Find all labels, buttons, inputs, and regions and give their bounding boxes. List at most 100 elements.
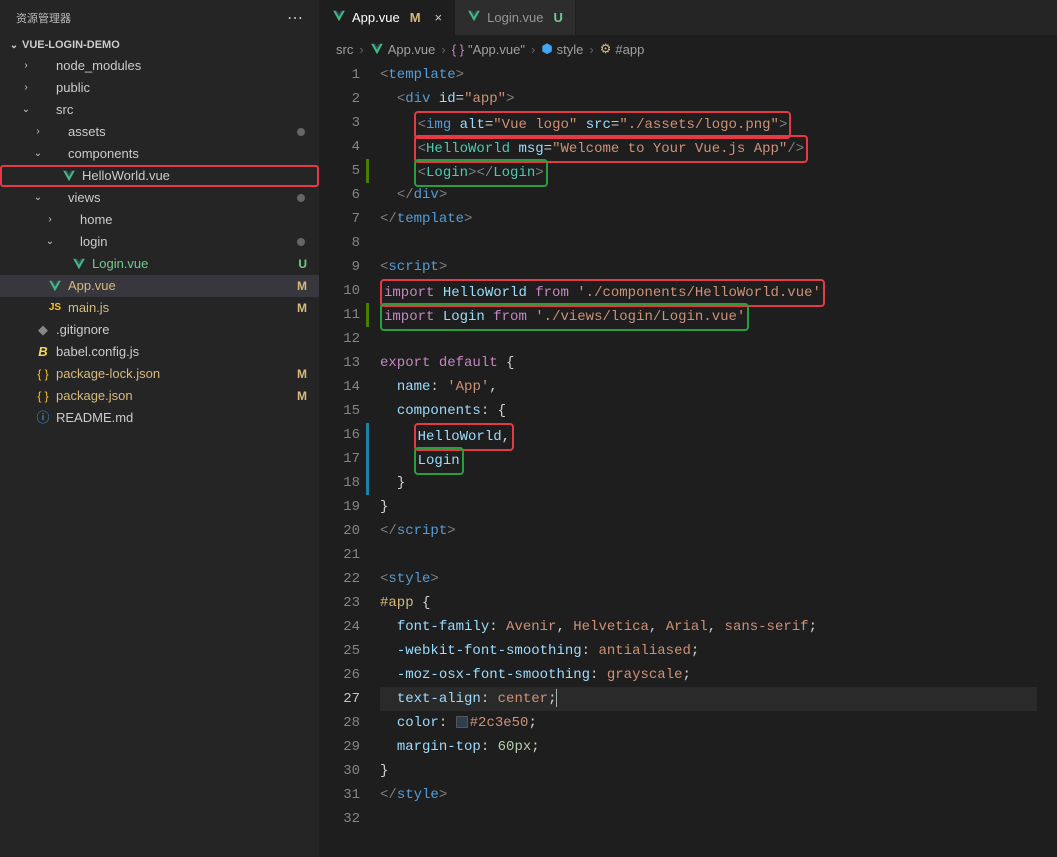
- project-header[interactable]: ⌄ VUE-LOGIN-DEMO: [0, 35, 319, 55]
- vue-file-icon: [60, 169, 78, 183]
- code-line[interactable]: <script>: [380, 255, 1037, 279]
- selector-icon: ⚙: [600, 41, 612, 57]
- tree-item-src[interactable]: ⌄src: [0, 99, 319, 121]
- code-line[interactable]: margin-top: 60px;: [380, 735, 1037, 759]
- tree-item-views[interactable]: ⌄views: [0, 187, 319, 209]
- tree-item-label: public: [56, 77, 319, 99]
- code-line[interactable]: components: {: [380, 399, 1037, 423]
- babel-file-icon: B: [34, 341, 52, 363]
- chevron-down-icon: ⌄: [6, 40, 22, 51]
- code-line[interactable]: color: #2c3e50;: [380, 711, 1037, 735]
- breadcrumb-segment[interactable]: ⚙#app: [600, 41, 645, 57]
- code-content[interactable]: <template> <div id="app"> <img alt="Vue …: [380, 63, 1057, 857]
- color-swatch-icon[interactable]: [456, 716, 468, 728]
- code-line[interactable]: <style>: [380, 567, 1037, 591]
- breadcrumb[interactable]: src›App.vue›{ }"App.vue"›⬢style›⚙#app: [320, 35, 1057, 63]
- tree-item-home[interactable]: ›home: [0, 209, 319, 231]
- tree-item-assets[interactable]: ›assets: [0, 121, 319, 143]
- code-line[interactable]: }: [380, 495, 1037, 519]
- code-line[interactable]: -webkit-font-smoothing: antialiased;: [380, 639, 1037, 663]
- code-line[interactable]: }: [380, 759, 1037, 783]
- sidebar: 资源管理器 ⋯ ⌄ VUE-LOGIN-DEMO ›node_modules›p…: [0, 0, 320, 857]
- chevron-right-icon: ›: [30, 121, 46, 143]
- chevron-right-icon: ›: [589, 42, 593, 57]
- chevron-right-icon: ›: [441, 42, 445, 57]
- code-line[interactable]: <template>: [380, 63, 1037, 87]
- line-number: 12: [320, 327, 360, 351]
- code-line[interactable]: [380, 807, 1037, 831]
- code-line[interactable]: </style>: [380, 783, 1037, 807]
- chevron-down-icon: ⌄: [18, 99, 34, 121]
- tree-item-README-md[interactable]: ⓘREADME.md: [0, 407, 319, 429]
- code-line[interactable]: import Login from './views/login/Login.v…: [380, 303, 1037, 327]
- line-number: 14: [320, 375, 360, 399]
- tree-item-babel-config-js[interactable]: Bbabel.config.js: [0, 341, 319, 363]
- code-line[interactable]: Login: [380, 447, 1037, 471]
- code-line[interactable]: [380, 327, 1037, 351]
- code-line[interactable]: <Login></Login>: [380, 159, 1037, 183]
- close-icon[interactable]: ×: [435, 10, 443, 25]
- breadcrumb-segment[interactable]: src: [336, 42, 353, 57]
- line-number: 28: [320, 711, 360, 735]
- tab-status-badge: U: [554, 10, 563, 25]
- line-number: 21: [320, 543, 360, 567]
- code-line[interactable]: font-family: Avenir, Helvetica, Arial, s…: [380, 615, 1037, 639]
- tree-item-label: login: [80, 231, 297, 253]
- code-line[interactable]: #app {: [380, 591, 1037, 615]
- breadcrumb-segment[interactable]: { }"App.vue": [452, 42, 525, 57]
- code-line[interactable]: text-align: center;: [380, 687, 1037, 711]
- line-number: 19: [320, 495, 360, 519]
- line-number: 18: [320, 471, 360, 495]
- code-line[interactable]: </script>: [380, 519, 1037, 543]
- line-number: 7: [320, 207, 360, 231]
- line-number: 30: [320, 759, 360, 783]
- tree-item-HelloWorld-vue[interactable]: HelloWorld.vue: [0, 165, 319, 187]
- tree-item-package-json[interactable]: { }package.jsonM: [0, 385, 319, 407]
- code-line[interactable]: [380, 231, 1037, 255]
- tab-Login-vue[interactable]: Login.vueU: [455, 0, 576, 35]
- breadcrumb-label: App.vue: [388, 42, 436, 57]
- editor-tabs: App.vueM×Login.vueU: [320, 0, 1057, 35]
- line-number: 15: [320, 399, 360, 423]
- line-number: 17: [320, 447, 360, 471]
- code-editor[interactable]: 1234567891011121314151617181920212223242…: [320, 63, 1057, 857]
- tree-item-App-vue[interactable]: App.vueM: [0, 275, 319, 297]
- tree-item-package-lock-json[interactable]: { }package-lock.jsonM: [0, 363, 319, 385]
- git-file-icon: ◆: [34, 319, 52, 341]
- info-file-icon: ⓘ: [34, 407, 52, 429]
- vue-file-icon: [46, 279, 64, 293]
- line-number: 10: [320, 279, 360, 303]
- sidebar-more-icon[interactable]: ⋯: [287, 8, 303, 28]
- tree-item-public[interactable]: › public: [0, 77, 319, 99]
- tab-status-badge: M: [410, 10, 421, 25]
- breadcrumb-label: style: [557, 42, 584, 57]
- tree-item-Login-vue[interactable]: Login.vueU: [0, 253, 319, 275]
- vue-file-icon: [370, 42, 384, 56]
- code-line[interactable]: </template>: [380, 207, 1037, 231]
- chevron-right-icon: ›: [18, 77, 34, 99]
- breadcrumb-segment[interactable]: ⬢style: [541, 41, 583, 57]
- code-line[interactable]: </div>: [380, 183, 1037, 207]
- code-line[interactable]: HelloWorld,: [380, 423, 1037, 447]
- code-line[interactable]: }: [380, 471, 1037, 495]
- chevron-down-icon: ⌄: [42, 231, 58, 253]
- breadcrumb-segment[interactable]: App.vue: [370, 42, 436, 57]
- code-line[interactable]: <HelloWorld msg="Welcome to Your Vue.js …: [380, 135, 1037, 159]
- tree-item-label: README.md: [56, 407, 319, 429]
- code-line[interactable]: name: 'App',: [380, 375, 1037, 399]
- tree-item--gitignore[interactable]: ◆.gitignore: [0, 319, 319, 341]
- code-line[interactable]: [380, 543, 1037, 567]
- tree-item-node_modules[interactable]: ›node_modules: [0, 55, 319, 77]
- code-line[interactable]: <div id="app">: [380, 87, 1037, 111]
- code-line[interactable]: export default {: [380, 351, 1037, 375]
- code-line[interactable]: import HelloWorld from './components/Hel…: [380, 279, 1037, 303]
- tree-item-login[interactable]: ⌄ login: [0, 231, 319, 253]
- tree-item-label: HelloWorld.vue: [82, 165, 317, 187]
- tree-item-components[interactable]: ⌄components: [0, 143, 319, 165]
- vue-file-icon: [70, 257, 88, 271]
- tree-item-main-js[interactable]: JSmain.jsM: [0, 297, 319, 319]
- code-line[interactable]: -moz-osx-font-smoothing: grayscale;: [380, 663, 1037, 687]
- tab-App-vue[interactable]: App.vueM×: [320, 0, 455, 35]
- code-line[interactable]: <img alt="Vue logo" src="./assets/logo.p…: [380, 111, 1037, 135]
- line-number: 29: [320, 735, 360, 759]
